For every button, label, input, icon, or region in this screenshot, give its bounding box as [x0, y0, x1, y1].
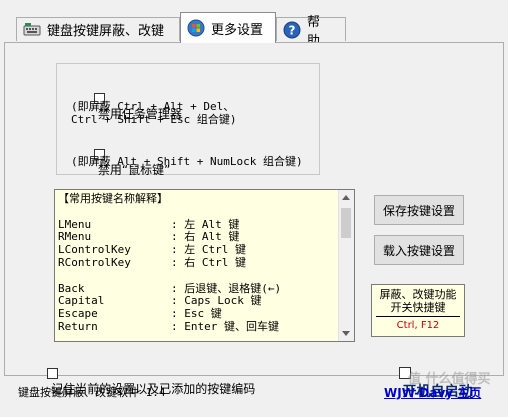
task-manager-note-2: Ctrl + Shift + Esc 组合键): [71, 113, 237, 126]
hotkey-value[interactable]: Ctrl, F12: [372, 320, 464, 331]
tab-help[interactable]: ? 帮 助: [276, 15, 346, 49]
scroll-up-arrow-icon[interactable]: [342, 195, 350, 200]
hotkey-box: 屏蔽、改键功能 开关快捷键 Ctrl, F12: [371, 284, 465, 337]
list-item: [58, 206, 338, 219]
hotkey-divider: [376, 316, 460, 317]
tab-label: 键盘按键屏蔽、改键: [47, 24, 165, 39]
remember-settings-checkbox[interactable]: [47, 368, 59, 379]
save-settings-button[interactable]: 保存按键设置: [374, 195, 464, 225]
options-group: 禁用任务管理器 (即屏蔽 Ctrl + Alt + Del、 Ctrl + Sh…: [56, 63, 320, 177]
hotkey-title-line2: 开关快捷键: [390, 301, 446, 314]
listbox-scrollbar[interactable]: [338, 190, 354, 341]
hotkey-title-line1: 屏蔽、改键功能: [379, 288, 457, 301]
keyboard-icon: [23, 21, 41, 39]
scroll-down-arrow-icon[interactable]: [342, 331, 350, 336]
help-icon: ?: [283, 21, 301, 39]
list-header: 【常用按键名称解释】: [58, 192, 168, 205]
settings-panel: 禁用任务管理器 (即屏蔽 Ctrl + Alt + Del、 Ctrl + Sh…: [4, 42, 504, 400]
tab-more-settings[interactable]: 更多设置: [180, 12, 276, 43]
list-item: RControlKey: 右 Ctrl 键: [58, 255, 246, 269]
windows-orb-icon: [187, 19, 205, 37]
key-names-listbox[interactable]: 【常用按键名称解释】 LMenu: 左 Alt 键 RMenu: 右 Alt 键…: [54, 189, 355, 342]
key-names-text: 【常用按键名称解释】 LMenu: 左 Alt 键 RMenu: 右 Alt 键…: [58, 192, 338, 334]
tab-bar: 键盘按键屏蔽、改键 更多设置 ? 帮 助: [0, 0, 508, 49]
list-item: [58, 270, 338, 283]
scroll-thumb[interactable]: [341, 208, 351, 238]
remember-settings-option[interactable]: 记住当前的设置以及已添加的按键编码: [32, 352, 255, 411]
svg-text:?: ?: [289, 23, 296, 37]
watermark: 值 什么值得买: [408, 372, 491, 387]
load-settings-button[interactable]: 载入按键设置: [374, 235, 464, 265]
tab-key-remap[interactable]: 键盘按键屏蔽、改键: [16, 17, 180, 41]
version-text: 键盘按键屏蔽、改键软件 1.4: [18, 386, 166, 399]
list-item: Return: Enter 键、回车键: [58, 319, 279, 333]
mouse-keys-note: (即屏蔽 Alt + Shift + NumLock 组合键): [71, 155, 303, 168]
tab-label: 更多设置: [211, 22, 264, 38]
